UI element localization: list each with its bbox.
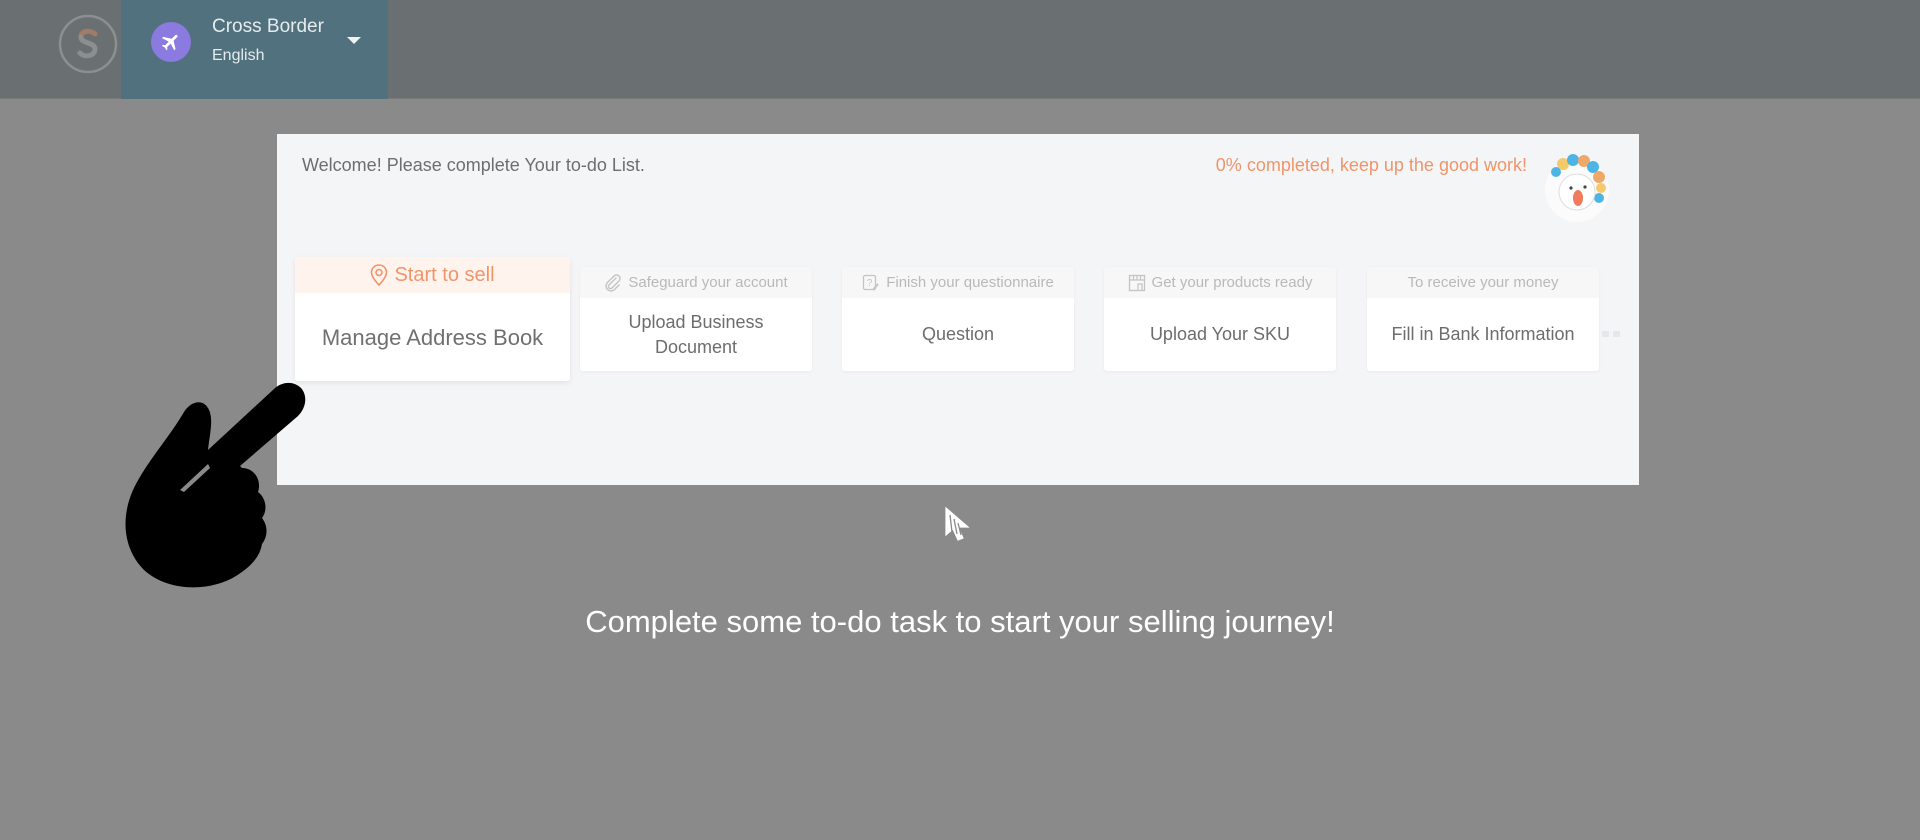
todo-step-start-to-sell[interactable]: Start to sell Manage Address Book	[295, 257, 570, 381]
shopee-s-logo-icon[interactable]	[57, 13, 119, 75]
progress-text: 0% completed, keep up the good work!	[1215, 155, 1527, 175]
todo-step-products-ready[interactable]: Get your products ready Upload Your SKU	[1104, 267, 1336, 371]
paperclip-icon	[604, 273, 622, 292]
step-task[interactable]: Question	[842, 298, 1074, 371]
questionnaire-icon: ?	[862, 274, 880, 292]
step-category-label: Finish your questionnaire	[886, 274, 1054, 291]
step-connector	[1602, 331, 1620, 337]
step-category-label: Get your products ready	[1151, 274, 1313, 291]
mascot-icon	[1545, 154, 1609, 222]
shop-icon	[1128, 274, 1146, 292]
caret-down-icon[interactable]	[347, 37, 361, 44]
step-task[interactable]: Upload Business Document	[580, 298, 812, 371]
step-task[interactable]: Upload Your SKU	[1104, 298, 1336, 371]
step-category: ? Finish your questionnaire	[842, 267, 1074, 298]
step-category: Start to sell	[295, 257, 570, 293]
todo-step-questionnaire[interactable]: ? Finish your questionnaire Question	[842, 267, 1074, 371]
step-category-label: To receive your money	[1407, 274, 1559, 291]
step-task[interactable]: Fill in Bank Information	[1367, 298, 1599, 371]
todo-step-receive-money[interactable]: To receive your money Fill in Bank Infor…	[1367, 267, 1599, 371]
journey-message: Complete some to-do task to start your s…	[585, 604, 1335, 639]
step-category-label: Safeguard your account	[628, 274, 788, 291]
shop-name: Cross Border	[212, 16, 324, 37]
todo-list-card: Welcome! Please complete Your to-do List…	[277, 134, 1639, 485]
step-category: Safeguard your account	[580, 267, 812, 298]
svg-text:?: ?	[867, 278, 873, 289]
airplane-icon	[151, 22, 191, 62]
step-task[interactable]: Manage Address Book	[295, 293, 570, 381]
step-category: To receive your money	[1367, 267, 1599, 298]
step-category: Get your products ready	[1104, 267, 1336, 298]
shop-switcher[interactable]: Cross Border English	[121, 0, 388, 99]
location-pin-icon	[370, 264, 388, 286]
shop-language: English	[212, 47, 265, 64]
mouse-cursor-icon	[945, 506, 970, 541]
step-category-label: Start to sell	[394, 263, 495, 286]
top-bar: Cross Border English	[0, 0, 1920, 99]
pointing-hand-icon	[125, 382, 306, 588]
todo-step-safeguard-account[interactable]: Safeguard your account Upload Business D…	[580, 267, 812, 371]
welcome-text: Welcome! Please complete Your to-do List…	[302, 155, 645, 175]
